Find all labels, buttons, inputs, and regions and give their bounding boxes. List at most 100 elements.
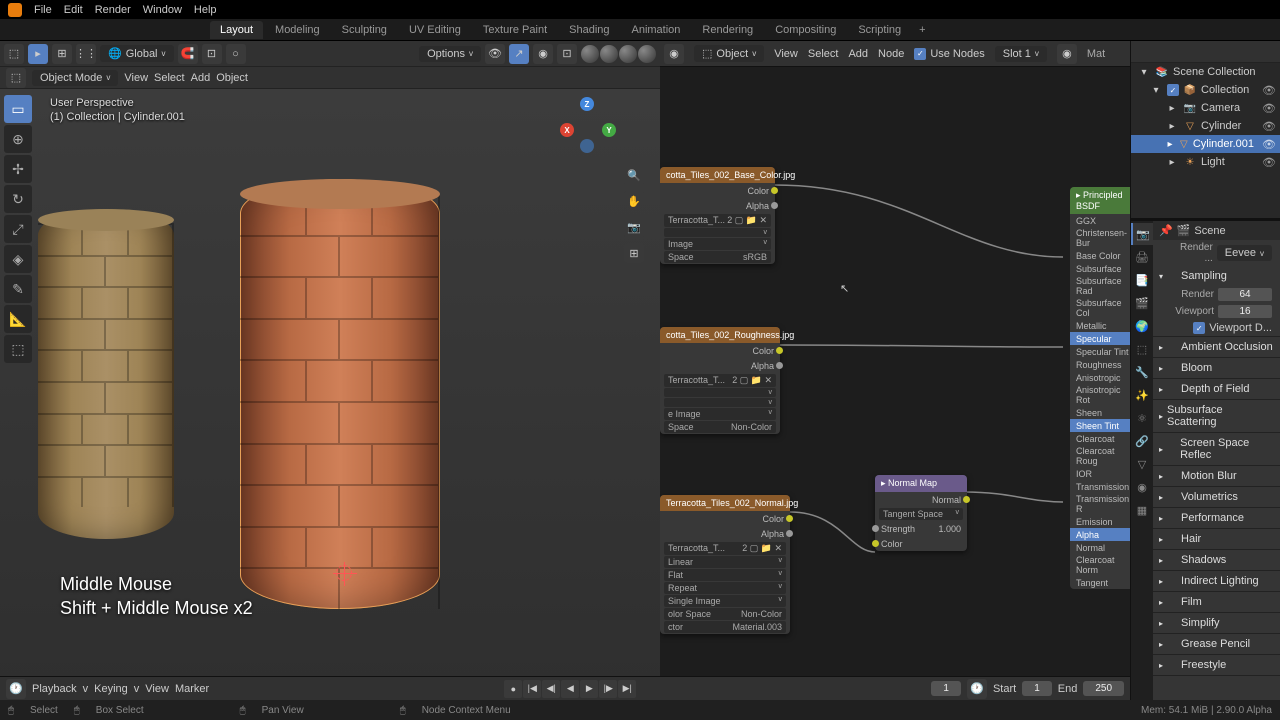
scene-tab[interactable]: 🎬 <box>1131 292 1153 314</box>
node-editor[interactable]: ◉ ⬚ Objectv View Select Add Node ✓ Use N… <box>660 41 1130 700</box>
vp-menu-add[interactable]: Add <box>191 72 211 84</box>
menu-help[interactable]: Help <box>194 4 217 16</box>
texture-tab[interactable]: ▦ <box>1131 499 1153 521</box>
checkbox[interactable]: ✓ <box>1193 322 1205 334</box>
dots-icon[interactable]: ⋮⋮ <box>76 44 96 64</box>
xray-icon[interactable]: ⊡ <box>557 44 577 64</box>
ne-data-dropdown[interactable]: ⬚ Objectv <box>694 45 764 62</box>
measure-tool[interactable]: 📐 <box>4 305 32 333</box>
tab-modeling[interactable]: Modeling <box>265 21 330 39</box>
menu-file[interactable]: File <box>34 4 52 16</box>
annotate-tool[interactable]: ✎ <box>4 275 32 303</box>
principled-bsdf-node[interactable]: ▸ Principled BSDF GGXChristensen-BurBase… <box>1070 187 1130 589</box>
physics-tab[interactable]: ⚛ <box>1131 407 1153 429</box>
tab-sculpting[interactable]: Sculpting <box>332 21 397 39</box>
timeline-type-icon[interactable]: 🕐 <box>6 679 26 699</box>
tab-scripting[interactable]: Scripting <box>848 21 911 39</box>
zoom-icon[interactable]: 🔍 <box>624 165 644 185</box>
bsdf-input[interactable]: Clearcoat Roug <box>1070 445 1130 467</box>
material-tab[interactable]: ◉ <box>1131 476 1153 498</box>
bsdf-input[interactable]: Transmission <box>1070 480 1130 493</box>
tl-keying[interactable]: Keying <box>94 683 128 695</box>
image-node-basecolor[interactable]: cotta_Tiles_002_Base_Color.jpg Color Alp… <box>660 167 775 264</box>
section-header[interactable]: ▸Subsurface Scattering <box>1153 400 1280 432</box>
overlay-icon[interactable]: ◉ <box>533 44 553 64</box>
material-icon[interactable]: ◉ <box>1057 44 1077 64</box>
bsdf-input[interactable]: Clearcoat <box>1070 432 1130 445</box>
jump-start[interactable]: |◀ <box>523 680 541 698</box>
bsdf-input[interactable]: Anisotropic Rot <box>1070 384 1130 406</box>
engine-dropdown[interactable]: Eeveev <box>1217 245 1272 261</box>
section-header[interactable]: ▸Volumetrics <box>1153 487 1280 507</box>
outliner-item-cylinder.001[interactable]: ▸▽Cylinder.001👁 <box>1131 135 1280 153</box>
tl-marker[interactable]: Marker <box>175 683 209 695</box>
snap-icon[interactable]: 🧲 <box>178 44 198 64</box>
start-frame[interactable]: 1 <box>1022 681 1052 696</box>
ne-type-icon[interactable]: ◉ <box>664 44 684 64</box>
bsdf-input[interactable]: Roughness <box>1070 358 1130 371</box>
image-node-normal[interactable]: Terracotta_Tiles_002_Normal.jpg Color Al… <box>660 495 790 634</box>
menu-window[interactable]: Window <box>143 4 182 16</box>
data-tab[interactable]: ▽ <box>1131 453 1153 475</box>
wire-shading[interactable] <box>581 45 599 63</box>
cursor-tool-icon[interactable]: ▸ <box>28 44 48 64</box>
cylinder001-object[interactable] <box>240 179 440 609</box>
section-header[interactable]: ▸Hair <box>1153 529 1280 549</box>
slot-dropdown[interactable]: Slot 1v <box>995 46 1047 62</box>
x-axis[interactable]: X <box>560 123 574 137</box>
normal-map-node[interactable]: ▸ Normal Map Normal Tangent Spacev Stren… <box>875 475 967 551</box>
select-tool[interactable]: ▭ <box>4 95 32 123</box>
tab-layout[interactable]: Layout <box>210 21 263 39</box>
bsdf-input[interactable]: Clearcoat Norm <box>1070 554 1130 576</box>
bsdf-input[interactable]: Christensen-Bur <box>1070 227 1130 249</box>
section-header[interactable]: ▾Sampling <box>1153 266 1280 286</box>
tab-add[interactable]: + <box>913 21 931 39</box>
vp-menu-view[interactable]: View <box>124 72 148 84</box>
cylinder-object[interactable] <box>38 209 174 539</box>
use-nodes-checkbox[interactable]: ✓ <box>914 48 926 60</box>
section-header[interactable]: ▸Simplify <box>1153 613 1280 633</box>
bsdf-input[interactable]: Subsurface Rad <box>1070 275 1130 297</box>
next-key[interactable]: |▶ <box>599 680 617 698</box>
section-header[interactable]: ▸Film <box>1153 592 1280 612</box>
tl-playback[interactable]: Playback <box>32 683 77 695</box>
transform-tool[interactable]: ◈ <box>4 245 32 273</box>
outliner-collection[interactable]: ▾✓📦Collection 👁 <box>1131 81 1280 99</box>
tab-shading[interactable]: Shading <box>559 21 619 39</box>
ne-select[interactable]: Select <box>808 48 839 60</box>
current-frame[interactable]: 1 <box>931 681 961 696</box>
editor-type-icon[interactable]: ⬚ <box>4 44 24 64</box>
rendered-shading[interactable] <box>638 45 656 63</box>
tab-animation[interactable]: Animation <box>622 21 691 39</box>
bsdf-input[interactable]: Subsurface <box>1070 262 1130 275</box>
constraint-tab[interactable]: 🔗 <box>1131 430 1153 452</box>
persp-icon[interactable]: ⊞ <box>624 243 644 263</box>
nav-gizmo[interactable]: X Y Z <box>560 97 616 153</box>
section-header[interactable]: ▸Freestyle <box>1153 655 1280 675</box>
output-tab[interactable]: 🖨 <box>1131 246 1153 268</box>
visibility-icon[interactable]: 👁 <box>485 44 505 64</box>
gizmo-toggle[interactable]: ⊞ <box>52 44 72 64</box>
menu-edit[interactable]: Edit <box>64 4 83 16</box>
bsdf-input[interactable]: IOR <box>1070 467 1130 480</box>
prev-key[interactable]: ◀| <box>542 680 560 698</box>
viewlayer-tab[interactable]: 📑 <box>1131 269 1153 291</box>
bsdf-input[interactable]: Tangent <box>1070 576 1130 589</box>
section-header[interactable]: ▸Depth of Field <box>1153 379 1280 399</box>
cursor-tool[interactable]: ⊕ <box>4 125 32 153</box>
bsdf-input[interactable]: Specular Tint <box>1070 345 1130 358</box>
ne-view[interactable]: View <box>774 48 798 60</box>
autokey-icon[interactable]: ● <box>504 680 522 698</box>
play[interactable]: ▶ <box>580 680 598 698</box>
gizmo-icon[interactable]: ↗ <box>509 44 529 64</box>
add-tool[interactable]: ⬚ <box>4 335 32 363</box>
particle-tab[interactable]: ✨ <box>1131 384 1153 406</box>
bsdf-input[interactable]: Alpha <box>1070 528 1130 541</box>
play-rev[interactable]: ◀ <box>561 680 579 698</box>
options-dropdown[interactable]: Optionsv <box>419 46 481 62</box>
numfield[interactable]: 16 <box>1218 305 1272 318</box>
mode-icon[interactable]: ⬚ <box>6 68 26 88</box>
section-header[interactable]: ▸Performance <box>1153 508 1280 528</box>
scale-tool[interactable]: ⤢ <box>4 215 32 243</box>
image-node-roughness[interactable]: cotta_Tiles_002_Roughness.jpg Color Alph… <box>660 327 780 434</box>
